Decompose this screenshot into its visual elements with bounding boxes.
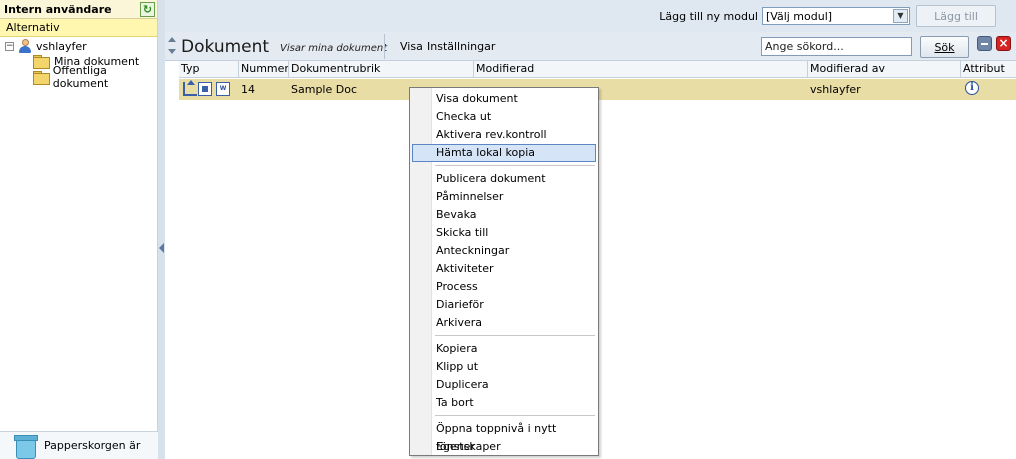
arrow-up-icon[interactable] (168, 37, 176, 42)
search-input[interactable] (761, 37, 912, 56)
menu-visa[interactable]: Visa (400, 40, 423, 53)
menu-item-ta-bort[interactable]: Ta bort (412, 394, 596, 412)
menu-separator (435, 415, 595, 416)
panel-title: Intern användare (4, 2, 112, 16)
menu-separator (435, 165, 595, 166)
menu-item-klipp-ut[interactable]: Klipp ut (412, 358, 596, 376)
module-select[interactable]: [Välj modul] ▼ (762, 7, 910, 25)
menu-item-paminnelser[interactable]: Påminnelser (412, 188, 596, 206)
column-header-dokumentrubrik[interactable]: Dokumentrubrik (288, 61, 473, 78)
add-module-label: Lägg till ny modul (659, 9, 758, 23)
column-header-modifierad[interactable]: Modifierad (473, 61, 807, 78)
tree-item-label: Offentliga dokument (52, 64, 109, 90)
tree-item-offentliga-dokument[interactable]: Offentliga dokument (33, 64, 157, 90)
alternatives-bar[interactable]: Alternativ (0, 19, 157, 37)
menu-item-publicera-dokument[interactable]: Publicera dokument (412, 170, 596, 188)
word-doc-icon[interactable]: W (216, 82, 230, 96)
column-header-attribut[interactable]: Attribut (960, 61, 1016, 78)
menu-item-egenskaper[interactable]: Egenskaper (412, 438, 596, 456)
tree-user-label: vshlayfer (36, 39, 87, 53)
user-icon (18, 39, 32, 53)
close-icon[interactable]: × (996, 36, 1011, 51)
panel-header: Intern användare ↻ (0, 0, 157, 19)
folder-icon (33, 55, 50, 69)
panel-splitter[interactable] (158, 0, 165, 459)
arrow-down-icon[interactable] (168, 49, 176, 54)
collapse-left-icon[interactable] (159, 243, 164, 253)
module-select-value: [Välj modul] (766, 9, 833, 23)
menu-item-oppna-toppniva[interactable]: Öppna toppnivå i nytt fönster (412, 420, 596, 453)
trash-area[interactable]: Papperskorgen är (0, 431, 158, 459)
toolbar-divider (384, 34, 385, 59)
trash-icon (12, 434, 38, 459)
menu-item-anteckningar[interactable]: Anteckningar (412, 242, 596, 260)
cell-number: 14 (241, 83, 255, 96)
menu-item-aktiviteter[interactable]: Aktiviteter (412, 260, 596, 278)
search-button[interactable]: Sök (920, 36, 969, 58)
menu-item-visa-dokument[interactable]: Visa dokument (412, 90, 596, 108)
page-title: Dokument (181, 37, 270, 57)
menu-item-skicka-till[interactable]: Skicka till (412, 224, 596, 242)
document-toolbar: Dokument Visar mina dokument Visa Instäl… (165, 32, 1016, 61)
trash-label: Papperskorgen är (44, 439, 141, 452)
doc-preview-icon[interactable] (198, 82, 212, 96)
collapse-icon[interactable]: − (5, 41, 14, 51)
page-subtitle: Visar mina dokument (280, 43, 388, 54)
tree-node-user[interactable]: − vshlayfer (5, 38, 87, 54)
scroll-arrows[interactable] (167, 35, 177, 57)
context-menu: Visa dokument Checka ut Aktivera rev.kon… (409, 87, 599, 456)
column-header-nummer[interactable]: Nummer (238, 61, 289, 78)
column-header-typ[interactable]: Typ (179, 61, 238, 78)
doc-return-icon[interactable] (183, 80, 197, 96)
menu-item-hamta-lokal-kopia[interactable]: Hämta lokal kopia (412, 144, 596, 162)
menu-item-diarieför[interactable]: Diarieför (412, 296, 596, 314)
folder-icon (33, 71, 50, 85)
menu-item-kopiera[interactable]: Kopiera (412, 340, 596, 358)
minimize-icon[interactable] (977, 36, 992, 51)
column-header-modifierad-av[interactable]: Modifierad av (807, 61, 960, 78)
alternatives-label: Alternativ (6, 21, 60, 34)
menu-item-checka-ut[interactable]: Checka ut (412, 108, 596, 126)
cell-title[interactable]: Sample Doc (289, 79, 357, 100)
info-icon[interactable]: i (965, 81, 979, 95)
menu-item-aktivera-revkontroll[interactable]: Aktivera rev.kontroll (412, 126, 596, 144)
left-panel: Intern användare ↻ Alternativ − vshlayfe… (0, 0, 158, 459)
add-module-button[interactable]: Lägg till (916, 5, 996, 27)
chevron-down-icon[interactable]: ▼ (893, 9, 908, 23)
menu-item-arkivera[interactable]: Arkivera (412, 314, 596, 332)
menu-settings[interactable]: Inställningar (427, 40, 495, 53)
refresh-icon[interactable]: ↻ (140, 2, 155, 17)
menu-item-bevaka[interactable]: Bevaka (412, 206, 596, 224)
menu-item-duplicera[interactable]: Duplicera (412, 376, 596, 394)
module-bar: Lägg till ny modul [Välj modul] ▼ Lägg t… (165, 0, 1016, 32)
grid-header: Typ Nummer Dokumentrubrik Modifierad Mod… (179, 61, 1016, 78)
menu-separator (435, 335, 595, 336)
menu-item-process[interactable]: Process (412, 278, 596, 296)
cell-modified-by: vshlayfer (810, 83, 861, 96)
